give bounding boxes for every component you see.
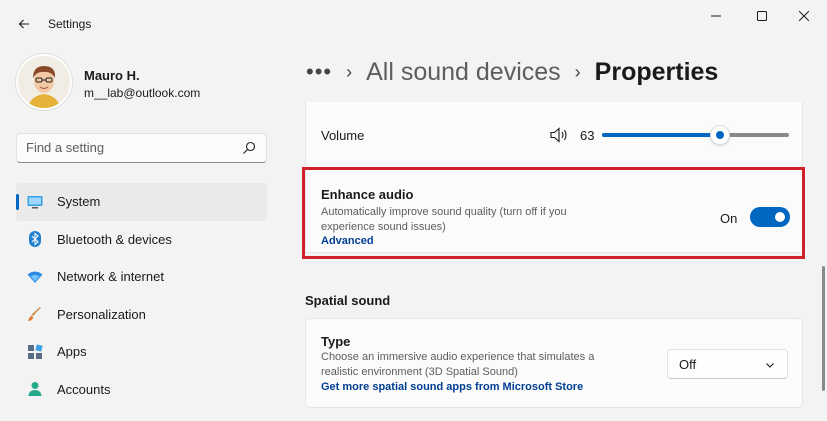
search-input[interactable] [26, 140, 226, 155]
sidebar-item-label: Network & internet [57, 269, 164, 285]
back-button[interactable] [12, 12, 36, 36]
volume-value: 63 [580, 128, 595, 143]
monitor-icon [27, 194, 43, 210]
wifi-icon [27, 269, 43, 285]
sidebar-item-bluetooth[interactable]: Bluetooth & devices [16, 221, 267, 259]
enhance-audio-toggle[interactable] [750, 207, 790, 227]
slider-fill [602, 133, 720, 137]
volume-card: Volume 63 [305, 102, 803, 168]
dropdown-value: Off [679, 357, 697, 372]
user-email: m__lab@outlook.com [84, 86, 201, 100]
app-title: Settings [48, 17, 92, 31]
section-title: Spatial sound [305, 293, 391, 308]
title-bar: Settings [0, 0, 827, 48]
apps-icon [27, 344, 43, 360]
back-arrow-icon [18, 19, 29, 29]
chevron-right-icon: › [574, 61, 581, 82]
sidebar-item-accounts[interactable]: Accounts [16, 371, 267, 409]
enhance-audio-card: Enhance audio Automatically improve soun… [305, 169, 803, 253]
chevron-right-icon: › [346, 61, 353, 82]
brush-icon [27, 306, 43, 322]
sidebar-item-system[interactable]: System [16, 183, 267, 221]
search-icon[interactable] [242, 141, 256, 155]
maximize-button[interactable] [739, 4, 785, 28]
sidebar-item-network[interactable]: Network & internet [16, 258, 267, 296]
speaker-icon[interactable] [550, 127, 568, 143]
search-box[interactable] [16, 133, 267, 163]
breadcrumb-parent-link[interactable]: All sound devices [366, 58, 561, 87]
sidebar-item-personalization[interactable]: Personalization [16, 296, 267, 334]
enhance-audio-description: Automatically improve sound quality (tur… [321, 206, 567, 233]
sidebar-nav: System Bluetooth & devices Network & int… [16, 183, 267, 408]
close-icon [799, 11, 809, 21]
advanced-link[interactable]: Advanced [321, 235, 374, 247]
bluetooth-icon [27, 231, 43, 248]
minimize-button[interactable] [693, 4, 739, 28]
volume-slider[interactable] [602, 125, 789, 145]
breadcrumb-more-button[interactable]: ••• [306, 59, 332, 85]
spatial-type-description: Choose an immersive audio experience tha… [321, 351, 595, 378]
sidebar-item-label: Apps [57, 344, 87, 360]
minimize-icon [711, 15, 721, 17]
chevron-down-icon [766, 363, 774, 368]
toggle-state-label: On [720, 211, 738, 226]
person-icon [27, 381, 43, 397]
sidebar-item-apps[interactable]: Apps [16, 333, 267, 371]
user-name: Mauro H. [84, 68, 140, 83]
spatial-type-dropdown[interactable]: Off [667, 349, 788, 379]
avatar[interactable] [16, 54, 72, 110]
spatial-type-title: Type [321, 334, 351, 349]
spatial-apps-link[interactable]: Get more spatial sound apps from Microso… [321, 381, 583, 393]
spatial-type-card: Type Choose an immersive audio experienc… [305, 318, 803, 408]
scrollbar[interactable] [822, 266, 825, 391]
sidebar-item-label: Accounts [57, 381, 111, 397]
maximize-icon [757, 11, 767, 21]
close-button[interactable] [781, 4, 827, 28]
sidebar-item-label: System [57, 194, 101, 210]
sidebar-item-label: Bluetooth & devices [57, 231, 172, 247]
page-title: Properties [594, 57, 719, 86]
sidebar-item-label: Personalization [57, 306, 146, 322]
enhance-audio-title: Enhance audio [321, 187, 414, 202]
volume-label: Volume [321, 128, 365, 143]
breadcrumb: ••• › All sound devices › Properties [306, 56, 718, 88]
slider-thumb[interactable] [709, 125, 730, 145]
